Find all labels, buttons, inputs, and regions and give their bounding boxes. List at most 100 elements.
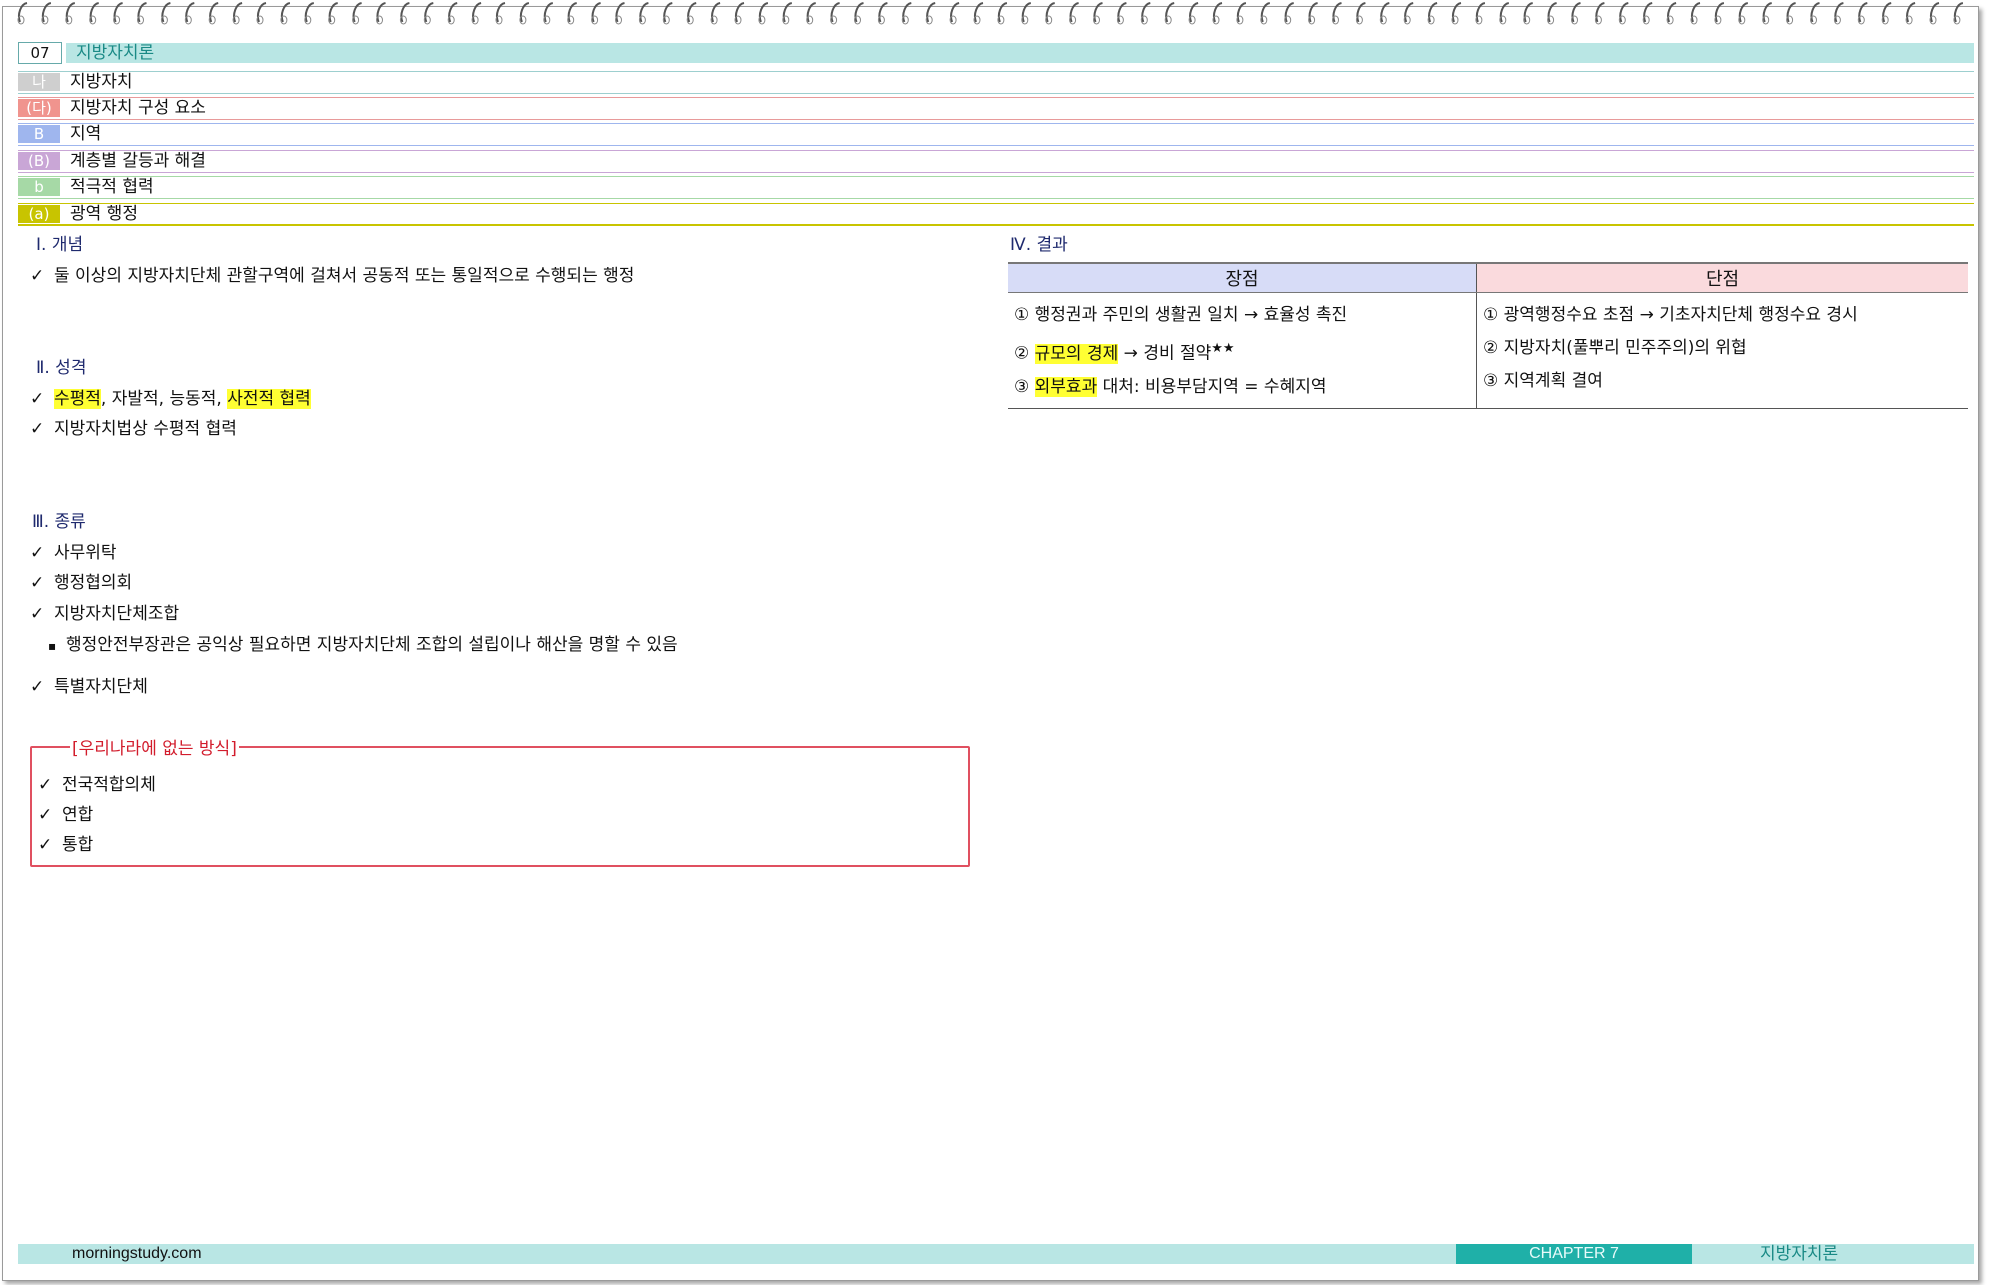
spiral-ring — [758, 2, 769, 23]
footer-site: morningstudy.com — [72, 1245, 202, 1262]
spiral-ring — [1308, 2, 1318, 23]
check-icon: ✓ — [30, 543, 45, 563]
level-text: 적극적 협력 — [70, 177, 154, 197]
level-text: 지방자치 구성 요소 — [70, 98, 206, 118]
item-text: 지방자치법상 수평적 협력 — [54, 419, 237, 439]
chapter-number: 07 — [18, 42, 62, 64]
spiral-ring — [1906, 2, 1916, 23]
spiral-ring — [1571, 2, 1581, 23]
spiral-ring — [1069, 2, 1079, 23]
level-tag: b — [18, 178, 60, 196]
item-text: 지방자치단체조합 — [54, 604, 180, 624]
spiral-ring — [448, 2, 458, 23]
spiral-ring — [1714, 2, 1725, 23]
results-table: 장점 단점 ① 행정권과 주민의 생활권 일치 → 효율성 촉진 ② 규모의 경… — [1008, 262, 1968, 409]
spiral-binding — [17, 2, 1964, 25]
check-icon: ✓ — [38, 775, 53, 795]
level-tag: 나 — [18, 73, 60, 91]
cons-cell: ① 광역행정수요 초점 → 기초자치단체 행정수요 경시 ② 지방자치(풀뿌리 … — [1476, 292, 1968, 409]
spiral-ring — [376, 2, 386, 23]
spiral-ring — [543, 2, 554, 23]
spiral-ring — [519, 2, 530, 23]
star-icon: ★★ — [1211, 341, 1235, 356]
not-in-korea-box: [우리나라에 없는 방식] ✓ 전국적합의체 ✓ 연합 ✓ 통합 — [30, 734, 970, 867]
spiral-ring — [185, 2, 195, 23]
spiral-ring — [1786, 2, 1796, 23]
box-title: [우리나라에 없는 방식] — [70, 734, 239, 759]
list-item: ✓ 특별자치단체 — [30, 672, 148, 697]
check-icon: ✓ — [38, 835, 53, 855]
level-text: 지역 — [70, 124, 102, 144]
spiral-ring — [1475, 2, 1486, 23]
spiral-ring — [1117, 2, 1127, 23]
spiral-ring — [17, 2, 28, 23]
level-line — [18, 145, 1974, 146]
spiral-ring — [1953, 2, 1964, 23]
spiral-ring — [902, 2, 912, 23]
chapter-bar — [66, 43, 1974, 63]
spiral-ring — [1834, 2, 1844, 23]
spiral-ring — [1762, 2, 1773, 23]
item-text: 전국적합의체 — [62, 775, 156, 795]
spiral-ring — [926, 2, 936, 23]
spiral-ring — [256, 2, 267, 23]
list-item: ✓ 지방자치법상 수평적 협력 — [30, 414, 237, 439]
spiral-ring — [472, 2, 482, 23]
highlight-text: 수평적 — [54, 389, 101, 409]
spiral-ring — [854, 2, 864, 23]
spiral-ring — [973, 2, 984, 23]
spiral-ring — [1451, 2, 1462, 23]
pros-item: ② 규모의 경제 → 경비 절약★★ — [1014, 332, 1472, 371]
sub-note: ▪ 행정안전부장관은 공익상 필요하면 지방자치단체 조합의 설립이나 해산을 명… — [48, 630, 678, 655]
pros-header: 장점 — [1008, 262, 1477, 293]
spiral-ring — [1212, 2, 1223, 23]
list-item: ✓ 지방자치단체조합 — [30, 599, 179, 624]
footer-chapter: CHAPTER 7 — [1456, 1244, 1692, 1264]
check-icon: ✓ — [38, 805, 53, 825]
spiral-ring — [1547, 2, 1557, 23]
spiral-ring — [41, 2, 52, 23]
spiral-ring — [997, 2, 1008, 23]
spiral-ring — [1356, 2, 1366, 23]
section-heading-nature: Ⅱ. 성격 — [36, 358, 87, 378]
spiral-ring — [615, 2, 625, 23]
spiral-ring — [1260, 2, 1271, 23]
highlight-text: 사전적 협력 — [227, 389, 311, 409]
item-text: → 경비 절약 — [1118, 343, 1212, 364]
level-row-6: (a) 광역 행정 — [18, 203, 1974, 226]
list-item: ✓ 전국적합의체 — [38, 770, 156, 795]
item-text: 연합 — [62, 805, 94, 825]
level-tag: B — [18, 125, 60, 143]
level-line — [18, 93, 1974, 94]
spiral-ring — [639, 2, 649, 23]
list-item: ✓ 통합 — [38, 830, 93, 855]
spiral-ring — [328, 2, 339, 23]
chapter-header: 07 지방자치론 — [18, 42, 1974, 64]
level-row-1: 나 지방자치 — [18, 71, 1974, 94]
spiral-ring — [1595, 2, 1605, 23]
pros-item: ① 행정권과 주민의 생활권 일치 → 효율성 촉진 — [1014, 305, 1348, 325]
level-row-5: b 적극적 협력 — [18, 176, 1974, 199]
spiral-ring — [1643, 2, 1653, 23]
item-text: 대처: 비용부담지역 = 수혜지역 — [1097, 376, 1327, 397]
spiral-ring — [663, 2, 673, 23]
spiral-ring — [1858, 2, 1868, 23]
spiral-ring — [495, 2, 506, 23]
spiral-ring — [830, 2, 840, 23]
spiral-ring — [711, 2, 721, 23]
spiral-ring — [89, 2, 100, 23]
spiral-ring — [1428, 2, 1438, 23]
spiral-ring — [352, 2, 362, 23]
pros-item: ③ 외부효과 대처: 비용부담지역 = 수혜지역 — [1014, 371, 1472, 404]
spiral-ring — [878, 2, 888, 23]
bullet-icon: ▪ — [48, 639, 57, 653]
level-row-2: (다) 지방자치 구성 요소 — [18, 97, 1974, 120]
level-tag: (a) — [18, 205, 60, 223]
item-text: 사무위탁 — [54, 543, 117, 563]
list-item: ✓ 수평적, 자발적, 능동적, 사전적 협력 — [30, 384, 311, 409]
spiral-ring — [424, 2, 434, 23]
spiral-ring — [1619, 2, 1629, 23]
level-row-4: (B) 계층별 갈등과 해결 — [18, 150, 1974, 173]
spiral-ring — [1882, 2, 1892, 23]
item-text: , 자발적, 능동적, — [100, 389, 228, 409]
